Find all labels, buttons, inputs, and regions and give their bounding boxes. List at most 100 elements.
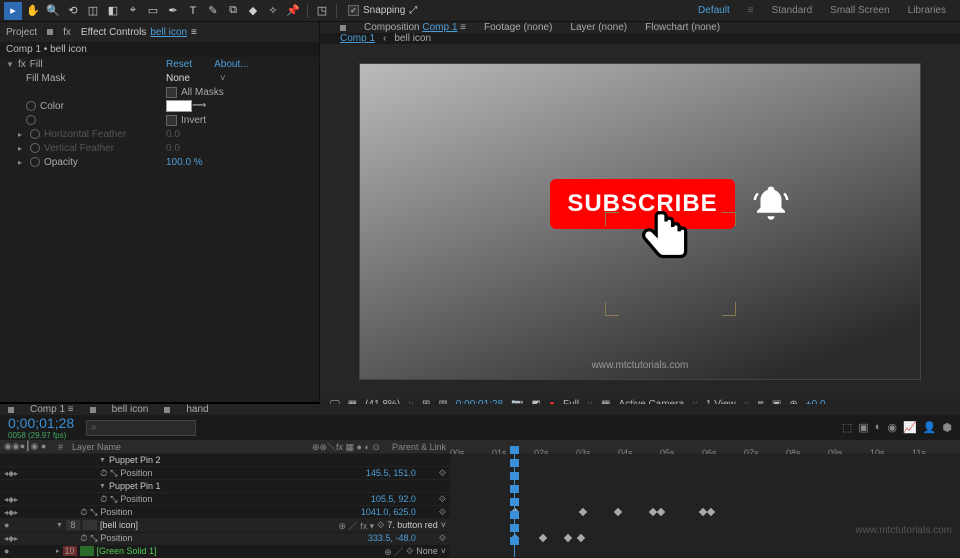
separator xyxy=(307,4,308,18)
timeline-panel: Comp 1 ≡ bell icon hand 0;00;01;28 0058 … xyxy=(0,402,960,540)
link-icon: ⟐ xyxy=(439,533,446,544)
close-icon[interactable] xyxy=(340,25,346,31)
layer-name-header[interactable]: Layer Name xyxy=(72,442,121,452)
invert-checkbox[interactable] xyxy=(166,115,177,126)
close-icon[interactable] xyxy=(90,407,96,413)
v-feather-label: Vertical Feather xyxy=(44,143,114,154)
color-swatch[interactable] xyxy=(166,100,192,112)
composition-tab[interactable]: Composition xyxy=(364,22,420,33)
shy-icon[interactable]: 👤 xyxy=(923,421,937,434)
invert-label: Invert xyxy=(181,115,206,126)
comp-name-link[interactable]: Comp 1 xyxy=(422,22,457,33)
crop-corner xyxy=(722,302,736,316)
color-label: Color xyxy=(40,101,64,112)
effect-header: Comp 1 • bell icon xyxy=(0,42,319,57)
close-icon[interactable] xyxy=(164,407,170,413)
link-icon: ⟐ xyxy=(439,507,446,518)
opacity-label: Opacity xyxy=(44,157,78,168)
breadcrumb-comp[interactable]: Comp 1 xyxy=(340,33,375,44)
comp-flowchart-icon[interactable]: ⬚ xyxy=(842,421,852,434)
effect-controls-tab[interactable]: Effect Controls xyxy=(81,27,146,38)
brainstorm-icon[interactable]: ⬢ xyxy=(942,421,952,434)
stopwatch-icon[interactable] xyxy=(26,101,36,111)
h-feather-label: Horizontal Feather xyxy=(44,129,126,140)
layer-tab[interactable]: Layer (none) xyxy=(570,22,627,33)
camera-tool-icon[interactable]: ◧ xyxy=(104,2,122,20)
brush-tool-icon[interactable]: ✎ xyxy=(204,2,222,20)
workspace-standard[interactable]: Standard xyxy=(772,5,813,16)
snapping-toggle[interactable]: Snapping ⤢ xyxy=(348,5,417,16)
stopwatch-icon: ⏱ xyxy=(80,533,87,544)
composition-canvas[interactable]: SUBSCRIBE www.mtctutorials.com xyxy=(360,64,920,379)
h-feather-value[interactable]: 0.0 xyxy=(166,129,180,140)
workspace-tabs: Default ≡ Standard Small Screen Librarie… xyxy=(698,5,956,16)
workspace-libraries[interactable]: Libraries xyxy=(908,5,946,16)
workspace-small[interactable]: Small Screen xyxy=(830,5,889,16)
hand-tool-icon[interactable]: ✋ xyxy=(24,2,42,20)
eyedropper-icon[interactable]: ⟿ xyxy=(192,100,204,112)
opacity-value[interactable]: 100.0 % xyxy=(166,157,203,168)
composition-panel: Composition Comp 1 ≡ Footage (none) Laye… xyxy=(320,22,960,402)
close-icon[interactable] xyxy=(8,407,14,413)
reset-link[interactable]: Reset xyxy=(166,59,192,70)
stopwatch-icon[interactable] xyxy=(26,115,36,125)
project-tab[interactable]: Project xyxy=(6,27,37,38)
rotate-tool-icon[interactable]: ◫ xyxy=(84,2,102,20)
type-tool-icon[interactable]: T xyxy=(184,2,202,20)
link-icon: ⟐ xyxy=(439,468,446,479)
stopwatch-icon[interactable] xyxy=(30,129,40,139)
selection-tool-icon[interactable]: ▸ xyxy=(4,2,22,20)
local-axis-icon[interactable]: ◳ xyxy=(313,2,331,20)
timeline-tab-hand[interactable]: hand xyxy=(186,404,208,415)
stopwatch-icon: ⏱ xyxy=(100,468,107,479)
draft3d-icon[interactable]: ▣ xyxy=(858,421,868,434)
effect-controls-panel: Project fx Effect Controls bell icon ≡ C… xyxy=(0,22,320,402)
close-icon[interactable] xyxy=(47,29,53,35)
timeline-tab-comp[interactable]: Comp 1 ≡ xyxy=(30,404,74,415)
effect-target-link[interactable]: bell icon xyxy=(150,27,187,38)
clone-tool-icon[interactable]: ⧉ xyxy=(224,2,242,20)
all-masks-label: All Masks xyxy=(181,87,224,98)
workspace-default[interactable]: Default xyxy=(698,5,730,16)
v-feather-value[interactable]: 0.0 xyxy=(166,143,180,154)
about-link[interactable]: About... xyxy=(214,59,248,70)
pen-tool-icon[interactable]: ✒ xyxy=(164,2,182,20)
stopwatch-icon[interactable] xyxy=(30,143,40,153)
parent-header[interactable]: Parent & Link xyxy=(392,442,446,452)
stopwatch-icon: ⏱ xyxy=(100,494,107,505)
snapping-checkbox-icon[interactable] xyxy=(348,5,359,16)
footer-watermark: www.mtctutorials.com xyxy=(855,525,952,536)
stopwatch-icon[interactable] xyxy=(30,157,40,167)
anchor-tool-icon[interactable]: ⌖ xyxy=(124,2,142,20)
composition-viewer[interactable]: SUBSCRIBE www.mtctutorials.com xyxy=(320,44,960,399)
link-icon: ⟐ xyxy=(439,494,446,505)
snapping-label: Snapping xyxy=(363,5,405,16)
main-toolbar: ▸ ✋ 🔍 ⟲ ◫ ◧ ⌖ ▭ ✒ T ✎ ⧉ ◆ ✧ 📌 ◳ Snapping… xyxy=(0,0,960,22)
breadcrumb-layer[interactable]: bell icon xyxy=(394,33,431,44)
current-timecode[interactable]: 0;00;01;28 xyxy=(8,415,74,431)
timeline-tab-bell[interactable]: bell icon xyxy=(112,404,149,415)
eraser-tool-icon[interactable]: ◆ xyxy=(244,2,262,20)
snapping-options-icon[interactable]: ⤢ xyxy=(409,5,417,16)
graph-editor-icon[interactable]: 📈 xyxy=(903,421,917,434)
timeline-search-input[interactable] xyxy=(86,420,196,436)
bell-icon-graphic xyxy=(748,179,793,229)
fill-mask-value[interactable]: None xyxy=(166,73,190,84)
puppet-tool-icon[interactable]: 📌 xyxy=(284,2,302,20)
effect-name[interactable]: Fill xyxy=(30,59,43,70)
orbit-tool-icon[interactable]: ⟲ xyxy=(64,2,82,20)
shape-tool-icon[interactable]: ▭ xyxy=(144,2,162,20)
fx-icon: fx xyxy=(63,27,71,38)
link-icon: ⟐ xyxy=(406,546,413,557)
stopwatch-icon: ⏱ xyxy=(80,507,87,518)
cursor-hand-graphic xyxy=(630,204,702,274)
roto-tool-icon[interactable]: ✧ xyxy=(264,2,282,20)
crop-corner xyxy=(605,302,619,316)
flowchart-tab[interactable]: Flowchart (none) xyxy=(645,22,720,33)
zoom-tool-icon[interactable]: 🔍 xyxy=(44,2,62,20)
canvas-watermark: www.mtctutorials.com xyxy=(360,360,920,371)
all-masks-checkbox[interactable] xyxy=(166,87,177,98)
motion-blur-icon[interactable]: ◉ xyxy=(887,421,897,434)
frame-blend-icon[interactable]: ◐ xyxy=(875,421,882,434)
footage-tab[interactable]: Footage (none) xyxy=(484,22,552,33)
